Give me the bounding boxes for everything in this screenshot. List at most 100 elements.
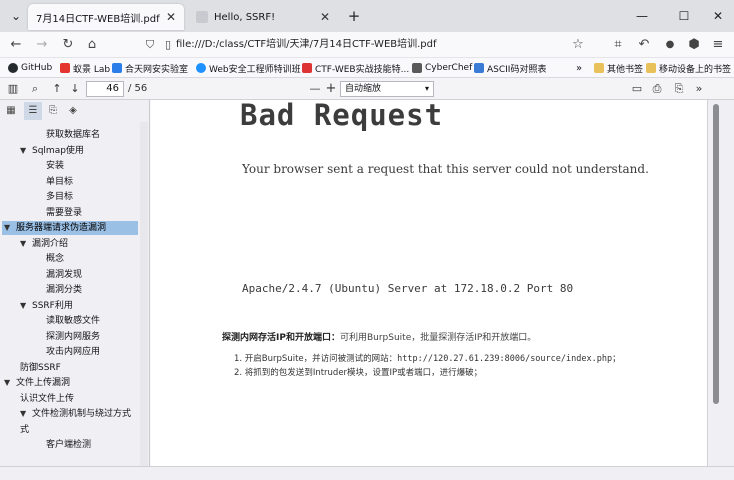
bookmark-hetian[interactable]: 合天网安实验室 [112, 61, 188, 75]
bookmark-yijing[interactable]: 蚁景 Lab [60, 61, 110, 75]
bookmark-star-icon[interactable]: ☆ [568, 35, 588, 55]
bookmark-ctf[interactable]: CTF-WEB实战技能特... [302, 61, 409, 75]
bookmark-web[interactable]: Web安全工程师特训班 [196, 61, 301, 75]
crop-icon[interactable]: ⌗ [608, 35, 628, 55]
outline-item-label: 服务器端请求伪造漏洞 [16, 223, 107, 233]
outline-item-label: Sqlmap使用 [32, 145, 84, 156]
previous-page-icon[interactable]: ↑ [48, 80, 66, 98]
outline-item-label: 认识文件上传 [20, 393, 75, 404]
bookmarks-bar: GitHub 蚁景 Lab 合天网安实验室 Web安全工程师特训班 CTF-WE… [0, 58, 734, 78]
outline-item[interactable]: 防御SSRF [20, 361, 61, 375]
outline-item[interactable]: 安装 [46, 159, 64, 173]
account-icon[interactable]: ● [660, 35, 680, 55]
print-icon[interactable]: ⎙ [648, 80, 666, 98]
outline-item[interactable]: 式 [20, 423, 29, 437]
outline-item-label: 安装 [46, 161, 65, 171]
outline-item-label: 单目标 [46, 176, 74, 187]
outline-item[interactable]: 概念 [46, 252, 64, 266]
page-number-input[interactable]: 46 [86, 81, 124, 97]
page-scrollbar[interactable] [707, 100, 734, 466]
outline-item[interactable]: ▼ Sqlmap使用 [20, 144, 84, 158]
maximize-button[interactable]: ☐ [674, 6, 694, 26]
twisty-icon[interactable]: ▼ [20, 144, 26, 158]
tab-list-icon[interactable]: ⌄ [6, 6, 26, 26]
outline-item-label: SSRF利用 [32, 300, 73, 311]
outline-item[interactable]: 获取数据库名 [46, 128, 100, 142]
bookmark-mobile[interactable]: 移动设备上的书签 [646, 61, 731, 75]
thumbnails-icon[interactable]: ▦ [2, 102, 20, 120]
twisty-icon[interactable]: ▼ [20, 299, 26, 313]
bookmark-other[interactable]: 其他书签 [594, 61, 643, 75]
bookmark-github[interactable]: GitHub [8, 61, 52, 75]
outline-item-label: 漏洞发现 [46, 269, 83, 280]
outline-item[interactable]: 认识文件上传 [20, 392, 74, 406]
sidebar-toggle-icon[interactable]: ▥ [4, 80, 22, 98]
outline-item[interactable]: ▼ 服务器端请求伪造漏洞 [2, 221, 138, 235]
undo-icon[interactable]: ↶ [634, 35, 654, 55]
forward-icon[interactable]: → [32, 35, 52, 55]
save-icon[interactable]: ⎘ [670, 80, 688, 98]
outline-item[interactable]: ▼ 文件检测机制与绕过方式 [20, 407, 131, 421]
globe-icon [196, 11, 208, 23]
outline-item-label: 式 [20, 424, 30, 435]
layers-icon[interactable]: ◈ [64, 102, 82, 120]
zoom-select[interactable]: 自动缩放 ▾ [340, 81, 434, 97]
twisty-icon[interactable]: ▼ [20, 237, 26, 251]
outline-item-label: 文件检测机制与绕过方式 [32, 409, 132, 419]
chef-icon [412, 63, 422, 73]
minimize-button[interactable]: — [632, 6, 652, 26]
bookmark-ascii[interactable]: ASCII码对照表 [474, 61, 546, 75]
outline-item[interactable]: 单目标 [46, 175, 73, 189]
outline-item[interactable]: 漏洞发现 [46, 268, 82, 282]
close-tab-icon[interactable]: ✕ [320, 10, 330, 24]
outline-item[interactable]: 探测内网服务 [46, 330, 100, 344]
find-icon[interactable]: ⌕ [26, 80, 44, 98]
outline-item[interactable]: ▼ SSRF利用 [20, 299, 73, 313]
next-page-icon[interactable]: ↓ [66, 80, 84, 98]
outline-item[interactable]: 需要登录 [46, 206, 82, 220]
back-icon[interactable]: ← [6, 35, 26, 55]
folder-icon [594, 63, 604, 73]
twisty-icon[interactable]: ▼ [4, 221, 10, 235]
outline-item-label: 漏洞介绍 [32, 238, 69, 249]
target-url: http://120.27.61.239:8006/source/index.p… [397, 354, 613, 364]
outline-item-label: 攻击内网应用 [46, 347, 101, 357]
reload-icon[interactable]: ↻ [58, 35, 78, 55]
home-icon[interactable]: ⌂ [82, 35, 102, 55]
error-message: Your browser sent a request that this se… [242, 162, 649, 176]
outline-item[interactable]: ▼ 漏洞介绍 [20, 237, 68, 251]
outline-item[interactable]: 读取敏感文件 [46, 314, 100, 328]
scrollbar-thumb[interactable] [713, 104, 719, 404]
shield-icon[interactable]: ⛉ [140, 35, 160, 55]
probe-paragraph: 探测内网存活IP和开放端口：可利用BurpSuite，批量探测存活IP和开放端口… [222, 330, 536, 343]
close-window-button[interactable]: ✕ [708, 6, 728, 26]
twisty-icon[interactable]: ▼ [20, 407, 26, 421]
outline-item[interactable]: 客户端检测 [46, 438, 91, 452]
outline-item[interactable]: 漏洞分类 [46, 283, 82, 297]
bookmark-cyberchef[interactable]: CyberChef [412, 61, 472, 75]
sidebar-scrollbar[interactable] [140, 122, 148, 466]
tab-ssrf[interactable]: Hello, SSRF! ✕ [188, 4, 338, 30]
attachments-icon[interactable]: ⎘ [44, 102, 62, 120]
outline-item-label: 多目标 [46, 192, 74, 202]
new-tab-button[interactable]: + [344, 6, 364, 26]
probe-title: 探测内网存活IP和开放端口： [222, 333, 340, 343]
outline-icon[interactable]: ☰ [24, 102, 42, 120]
step-1: 1. 开启BurpSuite，并访问被测试的网站：http://120.27.6… [234, 354, 621, 364]
outline-item[interactable]: ▼ 文件上传漏洞 [4, 376, 70, 390]
outline-item[interactable]: 多目标 [46, 190, 73, 204]
zoom-in-button[interactable]: + [322, 80, 340, 98]
url-bar[interactable]: file:///D:/class/CTF培训/天津/7月14日CTF-WEB培训… [176, 36, 596, 54]
presentation-icon[interactable]: ▭ [628, 80, 646, 98]
outline-item[interactable]: 攻击内网应用 [46, 345, 100, 359]
menu-icon[interactable]: ≡ [708, 35, 728, 55]
extension-icon[interactable]: ⬢ [684, 35, 704, 55]
tab-pdf[interactable]: 7月14日CTF-WEB培训.pdf ✕ [28, 4, 184, 30]
tools-menu-icon[interactable]: » [690, 80, 708, 98]
web-icon [196, 63, 206, 73]
twisty-icon[interactable]: ▼ [4, 376, 10, 390]
outline-item-label: 文件上传漏洞 [16, 378, 71, 388]
bookmarks-overflow-icon[interactable]: » [576, 61, 582, 75]
tab-strip: ⌄ 7月14日CTF-WEB培训.pdf ✕ Hello, SSRF! ✕ + … [0, 0, 734, 32]
close-tab-icon[interactable]: ✕ [166, 10, 176, 24]
